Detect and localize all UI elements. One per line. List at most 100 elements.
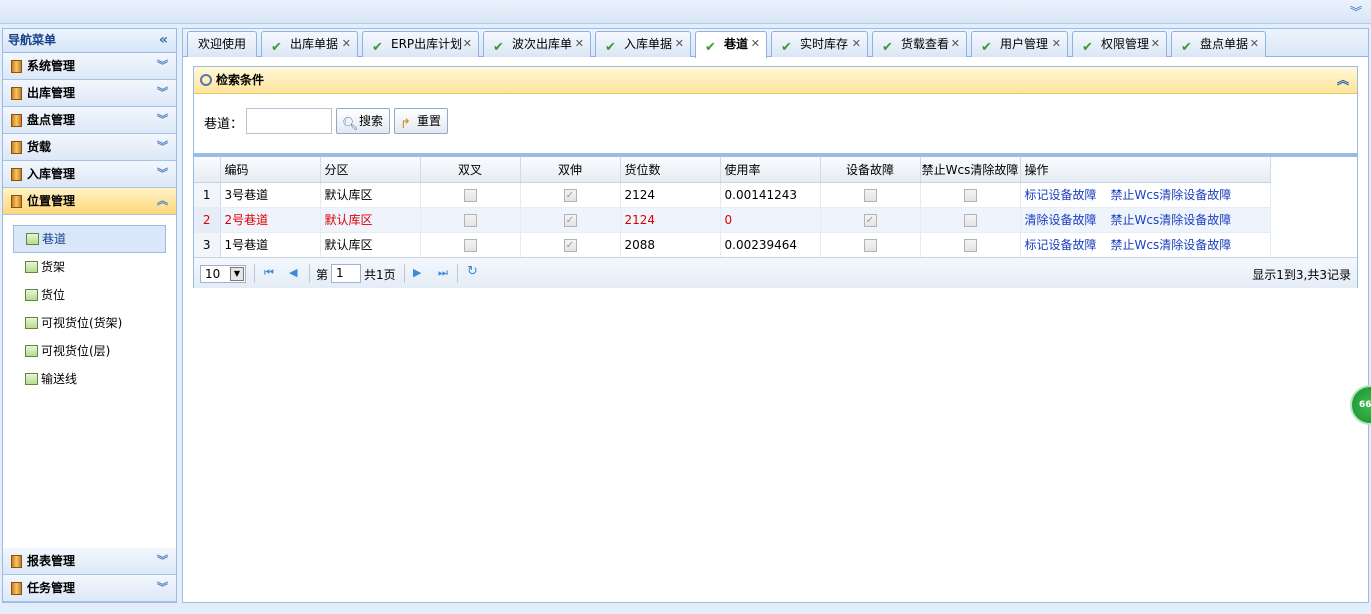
checkmark-icon: ✔ — [781, 40, 792, 55]
action-link[interactable]: 禁止Wcs清除设备故障 — [1111, 188, 1232, 202]
close-icon[interactable]: ✕ — [575, 32, 584, 56]
column-header: 使用率 — [720, 157, 821, 183]
nav-sub-item-1[interactable]: 巷道 — [13, 225, 166, 253]
nav-group-label: 入库管理 — [27, 167, 76, 181]
close-icon[interactable]: ✕ — [675, 32, 684, 56]
tab-4[interactable]: ✔ 波次出库单 ✕ — [483, 31, 591, 57]
folder-icon — [11, 582, 22, 595]
page-size-select[interactable]: 10 ▼ — [200, 265, 246, 283]
action-link[interactable]: 标记设备故障 — [1025, 188, 1097, 202]
tab-3[interactable]: ✔ ERP出库计划 ✕ — [362, 31, 479, 57]
checkbox-cell — [920, 207, 1021, 233]
cell-zone: 默认库区 — [320, 232, 421, 258]
tab-7[interactable]: ✔ 实时库存 ✕ — [771, 31, 868, 57]
nav-sub-item-3[interactable]: 货位 — [3, 281, 176, 309]
chevron-double-down-icon[interactable]: ︾ — [157, 548, 168, 574]
checkmark-icon: ✔ — [271, 40, 282, 55]
nav-sub-item-2[interactable]: 货架 — [3, 253, 176, 281]
nav-group-1[interactable]: 报表管理 ︾ — [3, 548, 176, 575]
tab-2[interactable]: ✔ 出库单据 ✕ — [261, 31, 358, 57]
prev-page-icon[interactable]: ◀ — [289, 266, 297, 279]
chevron-double-left-icon[interactable]: « — [159, 29, 168, 52]
page-size-value: 10 — [205, 267, 221, 281]
nav-group-4[interactable]: 货载 ︾ — [3, 134, 176, 161]
reset-button-label: 重置 — [417, 114, 442, 128]
chevron-double-down-icon[interactable]: ︾ — [157, 161, 168, 187]
action-link[interactable]: 禁止Wcs清除设备故障 — [1111, 213, 1232, 227]
checkbox-cell — [420, 182, 521, 208]
tab-6[interactable]: ✔ 巷道 ✕ — [695, 31, 767, 58]
chevron-double-down-icon[interactable]: ︾ — [1349, 5, 1363, 19]
search-button[interactable]: 🔍︎ 搜索 — [336, 108, 391, 134]
nav-sub-list: 巷道 货架 货位 可视货位(货架) 可视货位(层) 输送线 — [3, 215, 176, 547]
nav-title-label: 导航菜单 — [8, 33, 57, 47]
tab-label: 实时库存 — [800, 37, 849, 51]
close-icon[interactable]: ✕ — [342, 32, 351, 56]
reset-button[interactable]: ↱ 重置 — [394, 108, 449, 134]
chevron-double-down-icon[interactable]: ︾ — [157, 53, 168, 79]
close-icon[interactable]: ✕ — [463, 32, 472, 56]
checkbox-cell: ✓ — [820, 207, 921, 233]
table-row[interactable]: 3 1号巷道 默认库区 ✓ 2088 0.00239464 标记设备故障 禁止Wcs清除设备故… — [194, 232, 1271, 258]
close-icon[interactable]: ✕ — [1250, 32, 1259, 56]
row-number-header — [194, 157, 221, 183]
checkmark-icon: ✔ — [882, 40, 893, 55]
close-icon[interactable]: ✕ — [1151, 32, 1160, 56]
column-header: 禁止Wcs清除故障 — [920, 157, 1021, 183]
nav-group-6[interactable]: 位置管理 ︽ — [3, 188, 176, 215]
chevron-double-down-icon[interactable]: ︾ — [157, 575, 168, 601]
close-icon[interactable]: ✕ — [852, 32, 861, 56]
row-number: 1 — [194, 182, 221, 208]
nav-group-1[interactable]: 系统管理 ︾ — [3, 53, 176, 80]
chevron-double-down-icon[interactable]: ︾ — [157, 107, 168, 133]
nav-group-3[interactable]: 盘点管理 ︾ — [3, 107, 176, 134]
cell-usage: 0.00141243 — [720, 182, 821, 208]
nav-sub-item-4[interactable]: 可视货位(货架) — [3, 309, 176, 337]
tab-1[interactable]: 欢迎使用 — [187, 31, 257, 57]
lane-grid: 编码 分区 双叉 双伸 货位数 使用率 设备故障 禁止Wcs清除故障 操作 1 3号巷道 默认库区 ✓… — [193, 154, 1358, 288]
checkbox-checked-icon: ✓ — [563, 213, 577, 227]
last-page-icon[interactable]: ⏭ — [438, 266, 448, 280]
chevron-double-down-icon[interactable]: ︾ — [157, 134, 168, 160]
lane-table: 编码 分区 双叉 双伸 货位数 使用率 设备故障 禁止Wcs清除故障 操作 1 3号巷道 默认库区 ✓… — [194, 157, 1271, 258]
first-page-icon[interactable]: ⏮ — [264, 266, 274, 280]
table-row[interactable]: 2 2号巷道 默认库区 ✓ 2124 0 ✓ 清除设备故障 禁止Wcs清除设备故障 — [194, 207, 1271, 233]
cell-zone: 默认库区 — [320, 182, 421, 208]
nav-sub-item-6[interactable]: 输送线 — [3, 365, 176, 393]
tab-8[interactable]: ✔ 货载查看 ✕ — [872, 31, 967, 57]
nav-sub-item-5[interactable]: 可视货位(层) — [3, 337, 176, 365]
next-page-icon[interactable]: ▶ — [413, 266, 421, 279]
dropdown-arrow-icon[interactable]: ▼ — [230, 267, 244, 281]
checkbox-cell — [820, 232, 921, 258]
close-icon[interactable]: ✕ — [751, 32, 760, 56]
tab-11[interactable]: ✔ 盘点单据 ✕ — [1171, 31, 1266, 57]
tab-label: 入库单据 — [624, 37, 673, 51]
tab-9[interactable]: ✔ 用户管理 ✕ — [971, 31, 1068, 57]
action-link[interactable]: 清除设备故障 — [1025, 213, 1097, 227]
tab-10[interactable]: ✔ 权限管理 ✕ — [1072, 31, 1167, 57]
tab-5[interactable]: ✔ 入库单据 ✕ — [595, 31, 691, 57]
refresh-icon[interactable]: ↻ — [467, 264, 478, 279]
checkbox-checked-icon: ✓ — [863, 213, 877, 227]
chevron-double-down-icon[interactable]: ︾ — [157, 80, 168, 106]
page-number-input[interactable]: 1 — [331, 264, 361, 283]
nav-group-5[interactable]: 入库管理 ︾ — [3, 161, 176, 188]
checkbox-checked-icon: ✓ — [563, 188, 577, 202]
action-link[interactable]: 禁止Wcs清除设备故障 — [1111, 238, 1232, 252]
chevron-double-up-icon[interactable]: ︽ — [1337, 67, 1349, 94]
close-icon[interactable]: ✕ — [951, 32, 960, 56]
nav-group-label: 系统管理 — [27, 59, 76, 73]
checkmark-icon: ✔ — [1082, 40, 1093, 55]
tab-label: 用户管理 — [1000, 37, 1049, 51]
nav-group-2[interactable]: 出库管理 ︾ — [3, 80, 176, 107]
nav-group-2[interactable]: 任务管理 ︾ — [3, 575, 176, 602]
table-row[interactable]: 1 3号巷道 默认库区 ✓ 2124 0.00141243 标记设备故障 禁止Wcs清除设备故… — [194, 182, 1271, 208]
close-icon[interactable]: ✕ — [1052, 32, 1061, 56]
checkbox-unchecked-icon — [463, 238, 477, 252]
chevron-double-up-icon[interactable]: ︽ — [157, 188, 168, 214]
column-header: 货位数 — [620, 157, 721, 183]
tab-label: 波次出库单 — [512, 37, 573, 51]
lane-input[interactable] — [246, 108, 332, 134]
action-link[interactable]: 标记设备故障 — [1025, 238, 1097, 252]
checkbox-cell — [820, 182, 921, 208]
